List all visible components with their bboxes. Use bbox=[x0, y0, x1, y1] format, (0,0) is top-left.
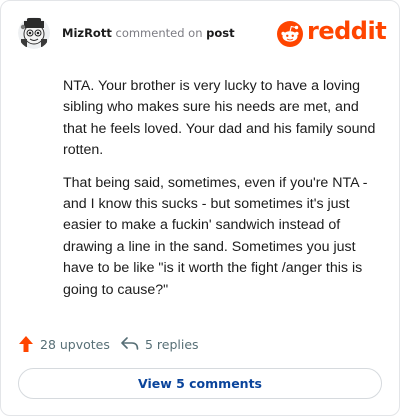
reply-arrow-icon bbox=[121, 337, 139, 350]
action-text: commented on bbox=[115, 26, 203, 40]
reddit-logo[interactable]: reddit bbox=[277, 17, 387, 49]
view-comments-button[interactable]: View 5 comments bbox=[18, 368, 382, 399]
comment-paragraph: That being said, sometimes, even if you'… bbox=[63, 174, 368, 298]
post-link[interactable]: post bbox=[206, 26, 234, 40]
arrow-up-icon bbox=[19, 336, 33, 352]
upvote-button[interactable]: 28 upvotes bbox=[18, 333, 110, 355]
comment-footer: 28 upvotes 5 replies bbox=[18, 333, 383, 355]
user-avatar-icon[interactable] bbox=[18, 17, 50, 49]
comment-paragraph: NTA. Your brother is very lucky to have … bbox=[63, 78, 376, 159]
replies-button[interactable]: 5 replies bbox=[121, 333, 199, 355]
comment-header: MizRott commented on post reddit bbox=[18, 17, 387, 53]
reddit-snoo-icon bbox=[277, 21, 303, 47]
comment-meta: MizRott commented on post bbox=[62, 26, 235, 41]
author-username[interactable]: MizRott bbox=[62, 26, 112, 40]
upvote-count: 28 upvotes bbox=[40, 336, 110, 352]
comment-body: NTA. Your brother is very lucky to have … bbox=[63, 76, 381, 312]
reddit-wordmark: reddit bbox=[307, 17, 387, 45]
comment-card: MizRott commented on post reddit NTA. Yo… bbox=[0, 0, 400, 416]
replies-count: 5 replies bbox=[145, 336, 199, 352]
